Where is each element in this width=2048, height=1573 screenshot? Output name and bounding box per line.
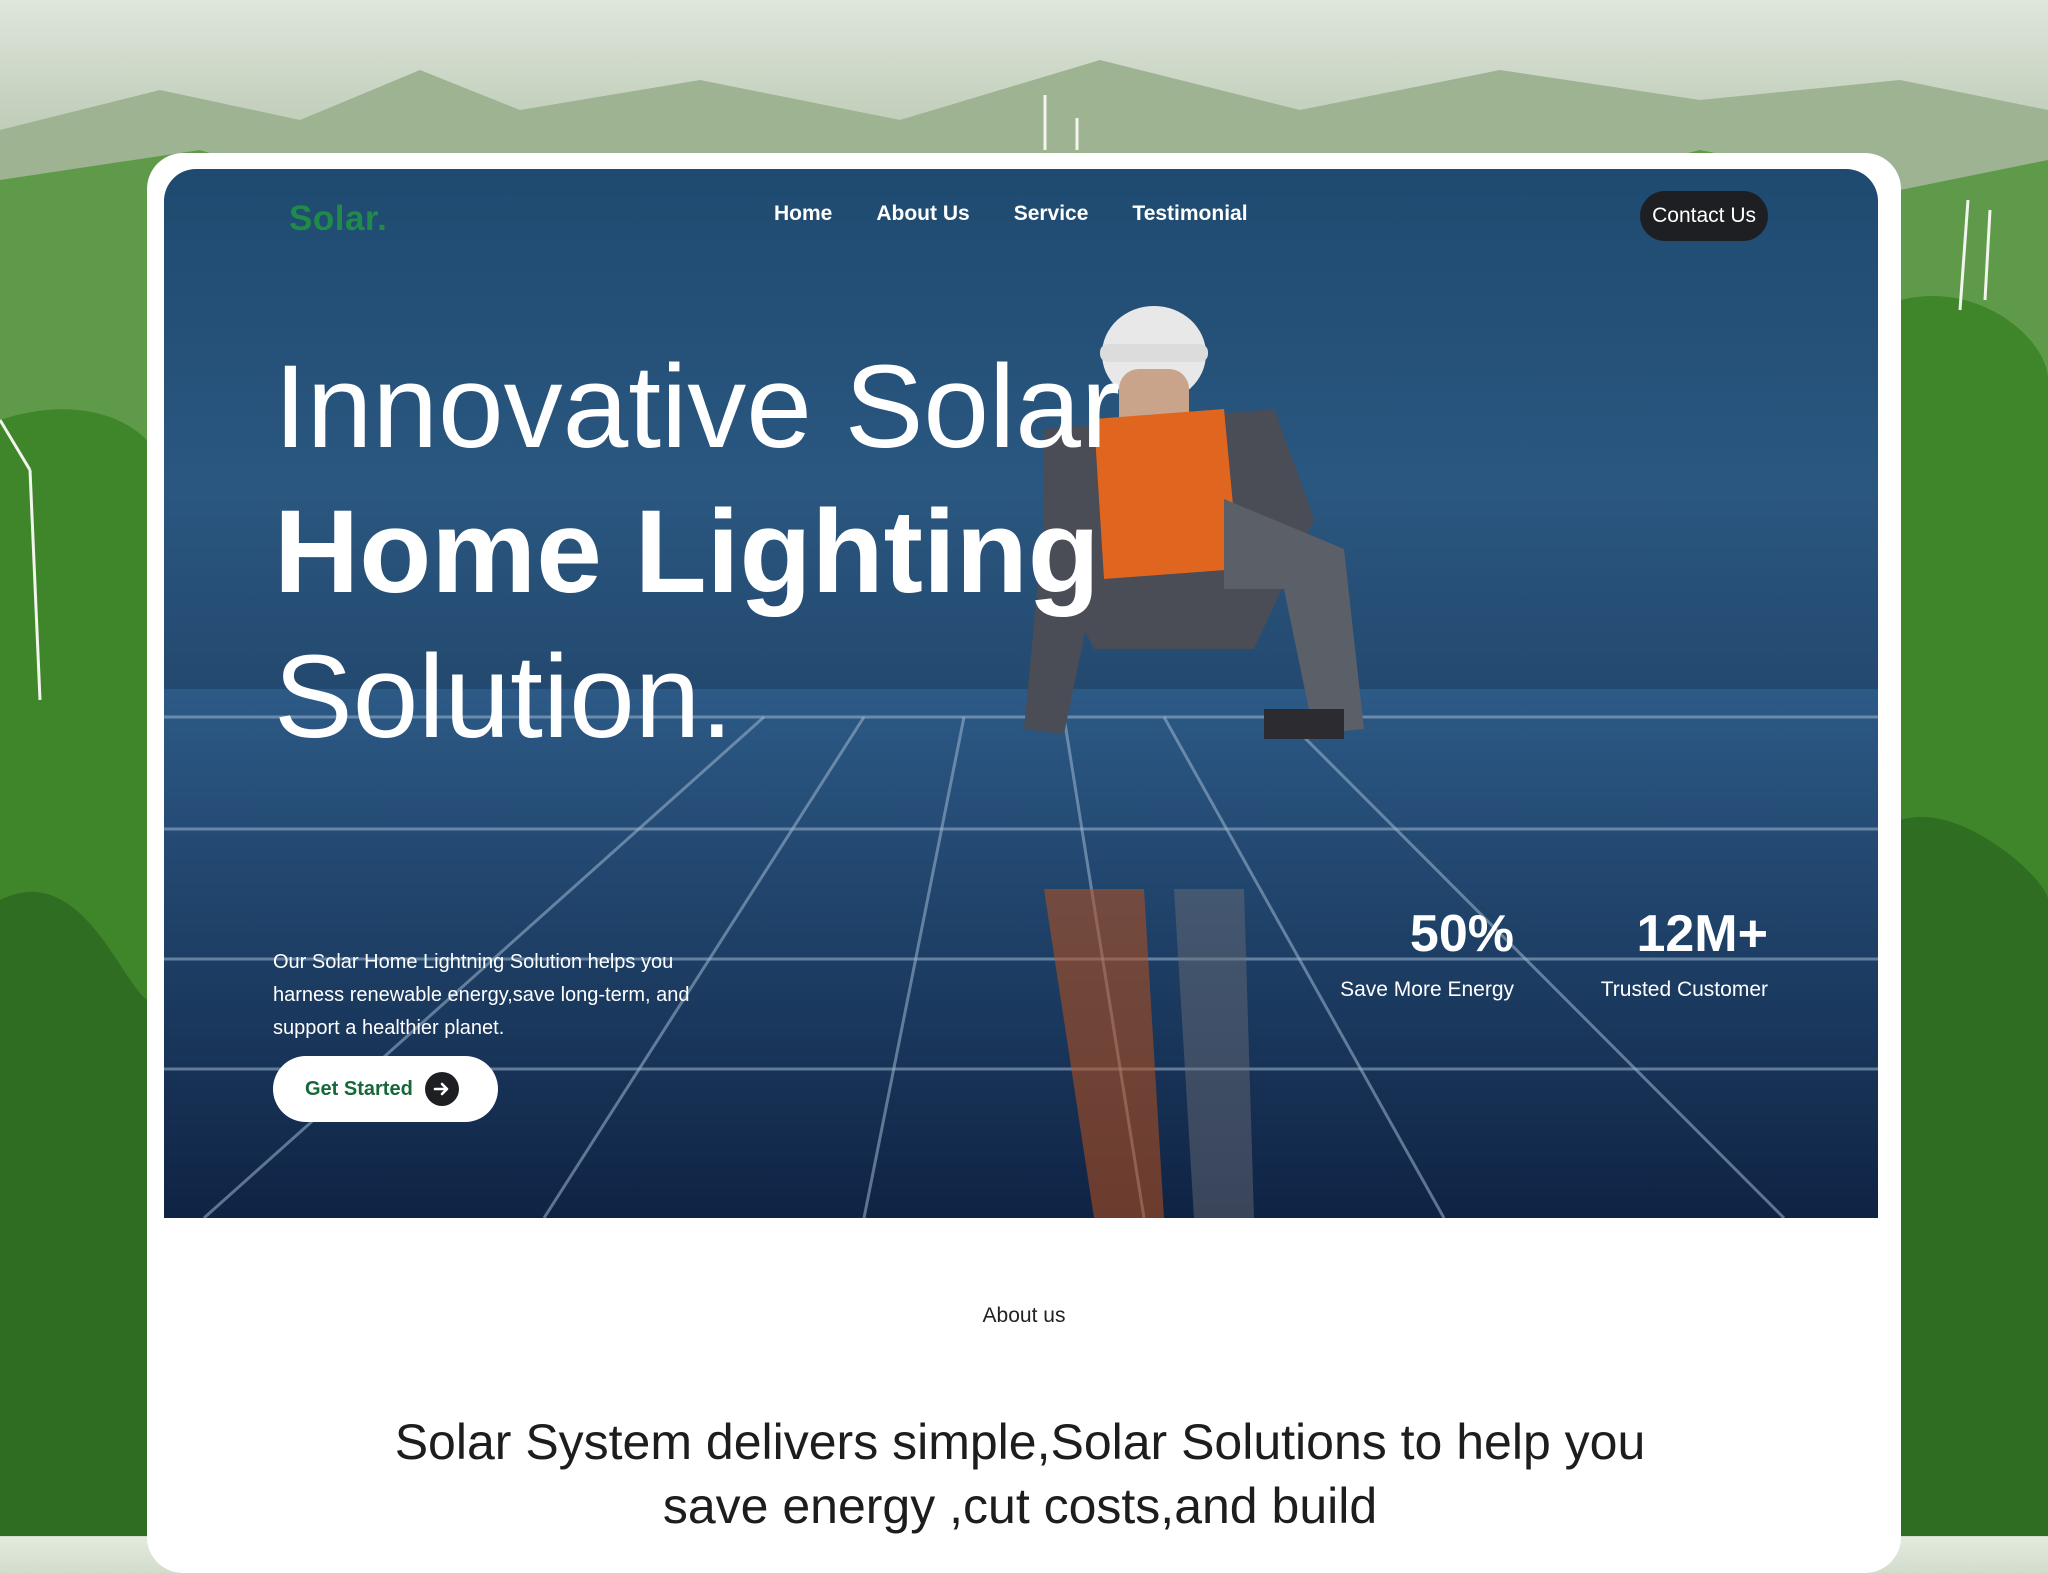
nav-home[interactable]: Home [774, 202, 832, 226]
about-text: Solar System delivers simple,Solar Solut… [394, 1414, 1646, 1534]
about-tag: About us [982, 1304, 1066, 1327]
hero-description: Our Solar Home Lightning Solution helps … [273, 951, 690, 1039]
headline-line-3: Solution. [274, 631, 734, 763]
stat-customers: 12M+ Trusted Customer [1601, 904, 1768, 1002]
logo[interactable]: Solar. [289, 199, 387, 239]
hero-section: Solar. Home About Us Service Testimonial… [164, 169, 1878, 1218]
arrow-right-icon [424, 1072, 459, 1106]
headline-line-2: Home Lighting [274, 486, 1100, 618]
contact-us-button[interactable]: Contact Us [1640, 191, 1768, 241]
headline-line-1: Innovative Solar [274, 341, 1121, 473]
nav-service[interactable]: Service [1014, 202, 1089, 226]
hero-headline: Innovative Solar Home Lighting Solution. [274, 335, 1120, 770]
stat-value: 50% [1409, 905, 1514, 963]
stat-label: Trusted Customer [1600, 978, 1768, 1001]
stat-label: Save More Energy [1340, 978, 1514, 1001]
nav-testimonial[interactable]: Testimonial [1132, 202, 1247, 226]
stat-energy: 50% Save More Energy [1340, 904, 1514, 1002]
main-nav: Home About Us Service Testimonial [774, 202, 1248, 226]
stat-value: 12M+ [1636, 905, 1768, 963]
get-started-label: Get Started [305, 1077, 413, 1100]
nav-about-us[interactable]: About Us [876, 202, 969, 226]
get-started-button[interactable]: Get Started [273, 1056, 498, 1122]
